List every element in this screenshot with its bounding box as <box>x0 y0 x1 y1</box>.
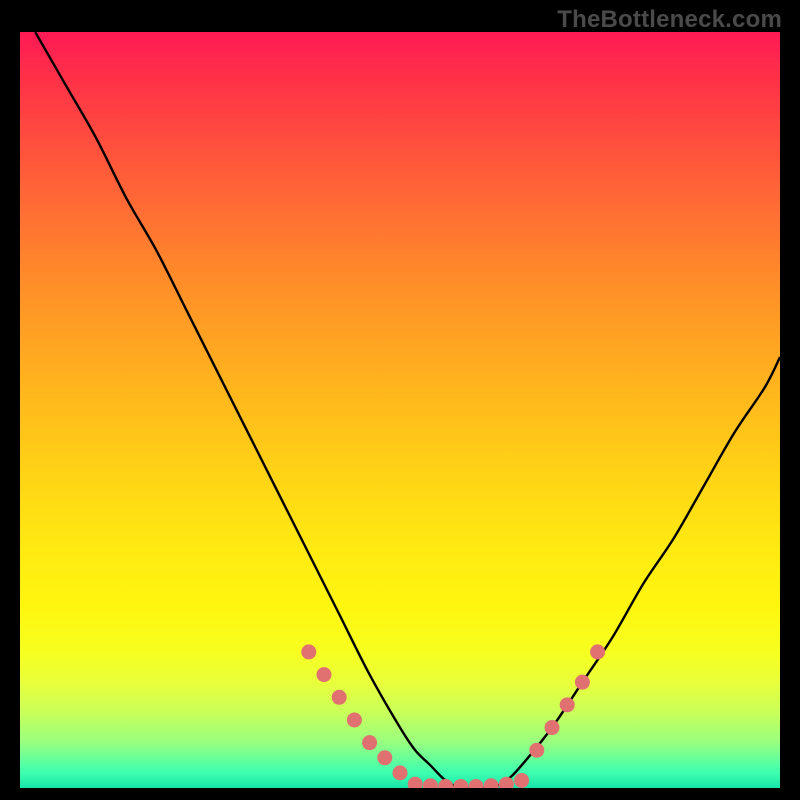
watermark-text: TheBottleneck.com <box>557 6 782 34</box>
highlight-dot <box>393 765 408 780</box>
highlight-dot <box>453 779 468 788</box>
highlight-dot <box>529 743 544 758</box>
highlight-dot <box>301 644 316 659</box>
highlight-dot <box>575 675 590 690</box>
highlight-dot <box>362 735 377 750</box>
highlight-dot <box>560 697 575 712</box>
highlight-dot <box>377 750 392 765</box>
highlight-dot <box>484 778 499 788</box>
plot-area <box>20 32 780 788</box>
bottleneck-curve <box>35 32 780 788</box>
highlight-dot <box>499 777 514 788</box>
chart-frame: TheBottleneck.com <box>0 0 800 800</box>
highlight-dot <box>347 712 362 727</box>
highlight-dot <box>545 720 560 735</box>
highlight-dot <box>514 773 529 788</box>
highlight-dot <box>317 667 332 682</box>
chart-svg <box>20 32 780 788</box>
highlight-dot <box>423 778 438 788</box>
highlight-dot <box>590 644 605 659</box>
highlight-dot <box>408 777 423 788</box>
highlight-dot <box>469 779 484 788</box>
highlight-dot <box>332 690 347 705</box>
highlight-dot <box>438 779 453 788</box>
